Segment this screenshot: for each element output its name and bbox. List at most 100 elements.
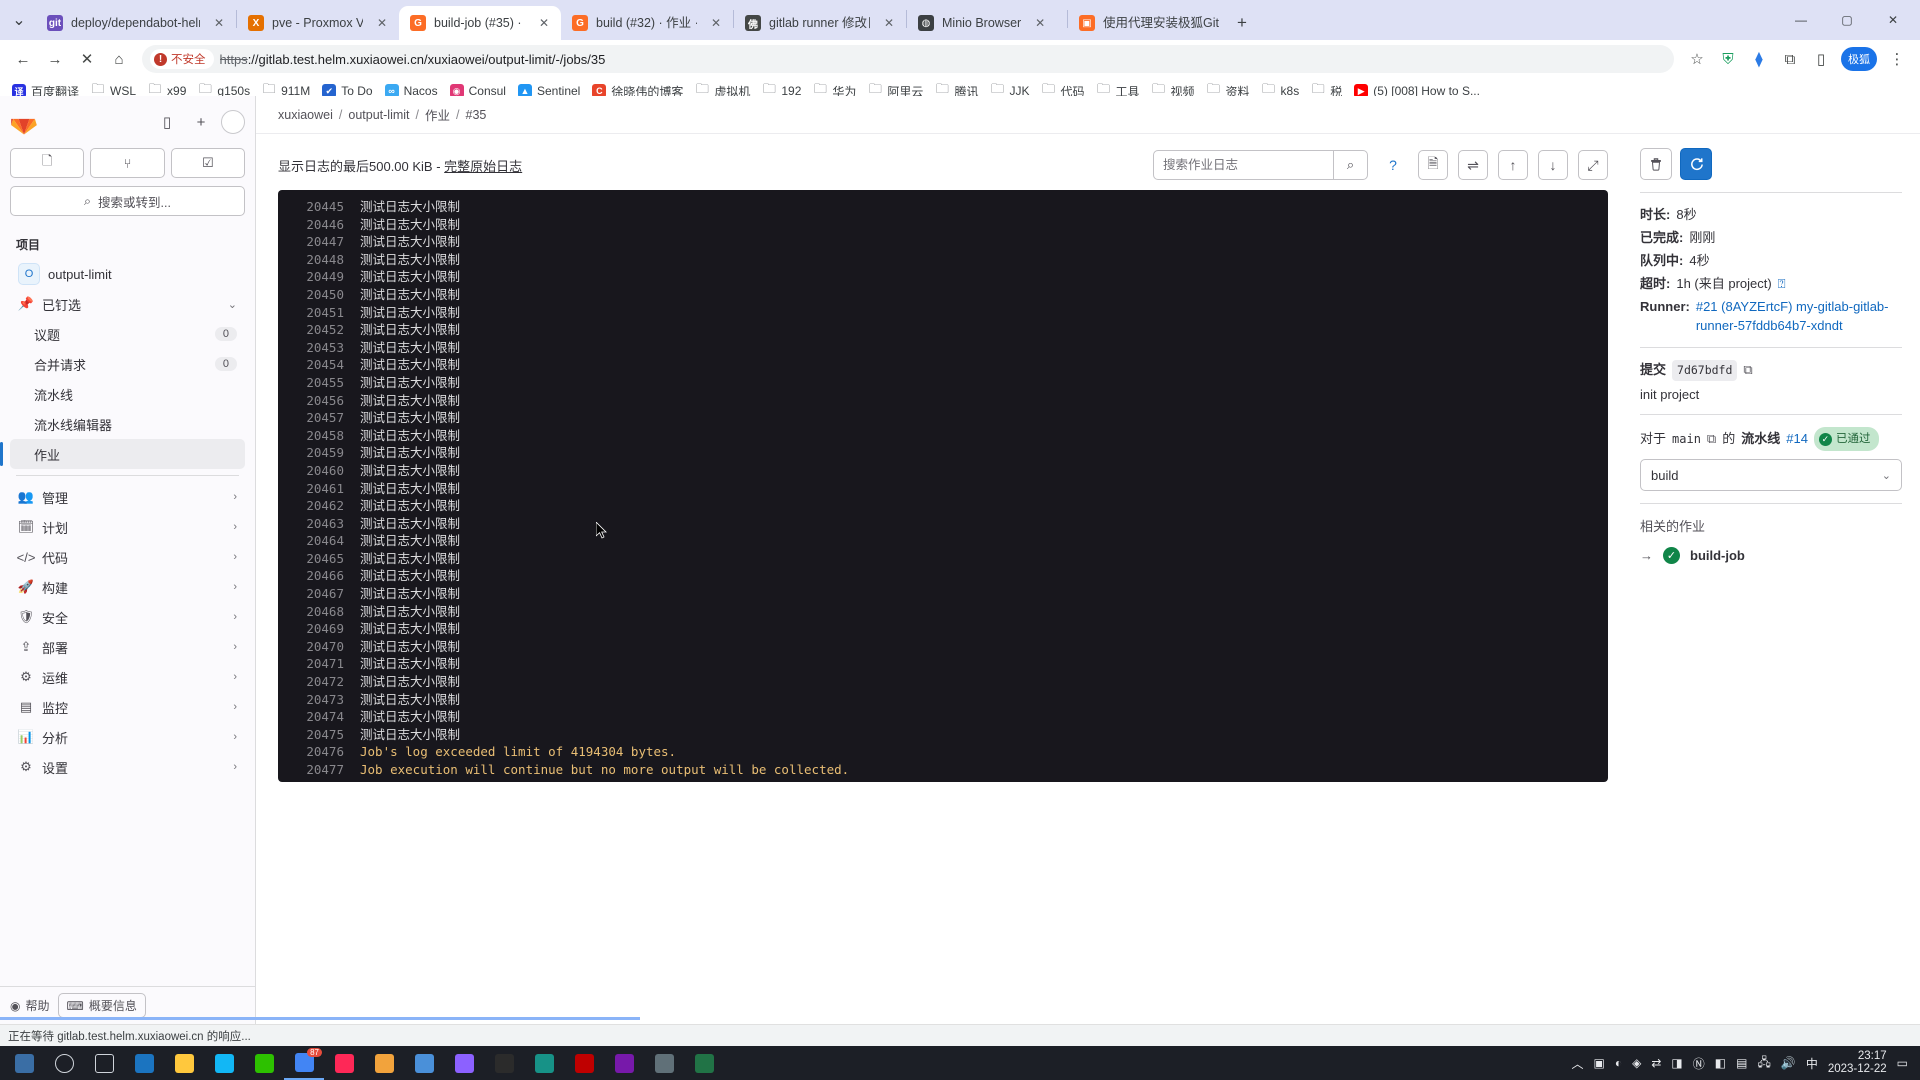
tray-app2-icon[interactable]: ◐ [1615,1056,1622,1070]
tab-close-icon[interactable]: ✕ [210,14,228,32]
tray-app6-icon[interactable]: Ⓝ [1693,1055,1705,1072]
timeout-help-icon[interactable]: ⍰ [1778,274,1786,293]
qq-button[interactable] [204,1046,244,1080]
forward-icon[interactable]: → [40,44,70,74]
maximize-button[interactable]: ▢ [1824,4,1870,36]
erase-job-button[interactable] [1640,148,1672,180]
browser-tab[interactable]: Gbuild-job (#35) · 作业 · xuxiao ✕ [399,6,561,40]
browser-tab[interactable]: ▣ 使用代理安装极狐GitLab Runn [1068,6,1228,40]
log-search-input[interactable] [1154,151,1333,179]
sidebar-item-设置[interactable]: ⚙ 设置 › [10,752,245,782]
terminal-button[interactable] [484,1046,524,1080]
stop-icon[interactable]: ✕ [72,44,102,74]
sidebar-item-代码[interactable]: </> 代码 › [10,542,245,572]
filezilla-button[interactable] [564,1046,604,1080]
wechat-button[interactable] [244,1046,284,1080]
extensions-puzzle-icon[interactable]: ⧉ [1775,44,1805,74]
sidebar-item-合并请求[interactable]: 合并请求 0 [10,349,245,379]
sidebar-item-部署[interactable]: ⇪ 部署 › [10,632,245,662]
sidebar-item-流水线[interactable]: 流水线 [10,379,245,409]
gitkraken-button[interactable] [524,1046,564,1080]
explorer-button[interactable] [164,1046,204,1080]
log-search-box[interactable]: ⌕ [1153,150,1368,180]
retry-job-button[interactable] [1680,148,1712,180]
tray-app4-icon[interactable]: ⇄ [1651,1056,1661,1070]
address-bar[interactable]: ! 不安全 https://gitlab.test.helm.xuxiaowei… [142,45,1674,73]
edge-button[interactable] [124,1046,164,1080]
sidebar-item-分析[interactable]: 📊 分析 › [10,722,245,752]
user-avatar[interactable] [221,110,245,134]
sidebar-item-计划[interactable]: 🗓 计划 › [10,512,245,542]
tray-app1-icon[interactable]: ▣ [1594,1056,1605,1070]
close-window-button[interactable]: ✕ [1870,4,1916,36]
shortcut-button[interactable]: ⌨ 概要信息 [57,993,146,1018]
tray-app7-icon[interactable]: ◧ [1715,1056,1726,1070]
collapse-sidebar-icon[interactable]: ▯ [153,108,181,136]
breadcrumb-item[interactable]: output-limit [348,108,409,122]
sidebar-item-流水线编辑器[interactable]: 流水线编辑器 [10,409,245,439]
tab-search-chevron-icon[interactable]: ⌄ [2,0,36,40]
runner-link[interactable]: #21 (8AYZErtcF) my-gitlab-gitlab-runner-… [1696,297,1902,335]
sidebar-toggle-icon[interactable]: ▯ [1806,44,1836,74]
wrap-lines-icon[interactable]: ⇌ [1458,150,1488,180]
notification-center-icon[interactable]: ▭ [1897,1056,1908,1070]
issues-shortcut-icon[interactable]: 🗋 [10,148,85,178]
photos-button[interactable] [364,1046,404,1080]
related-job-item[interactable]: → ✓ build-job [1640,547,1902,564]
onenote-button[interactable] [604,1046,644,1080]
fullscreen-icon[interactable]: ⤢ [1578,150,1608,180]
tray-app5-icon[interactable]: ◨ [1671,1056,1682,1070]
bookmark-star-icon[interactable]: ☆ [1682,44,1712,74]
search-button[interactable] [44,1046,84,1080]
sidebar-item-project[interactable]: O output-limit [10,259,245,289]
shield-extension-icon[interactable]: ⛨ [1713,44,1743,74]
log-search-submit-icon[interactable]: ⌕ [1333,151,1367,179]
browser-tab[interactable]: Xpve - Proxmox Virtual Enviro ✕ [237,6,399,40]
tray-app8-icon[interactable]: ▤ [1736,1056,1747,1070]
scroll-to-bottom-icon[interactable]: ↓ [1538,150,1568,180]
sidebar-item-作业[interactable]: 作业 [0,439,245,469]
taskbar-clock[interactable]: 23:17 2023-12-22 [1828,1050,1887,1076]
volume-icon[interactable]: 🔊 [1781,1056,1796,1070]
sidebar-item-安全[interactable]: 🛡 安全 › [10,602,245,632]
extension-blue-icon[interactable]: ⧫ [1744,44,1774,74]
gitlab-logo-icon[interactable] [10,108,38,136]
profile-avatar[interactable]: 极狐 [1841,47,1877,71]
create-new-icon[interactable]: + [187,108,215,136]
log-help-icon[interactable]: ? [1378,150,1408,180]
breadcrumb-item[interactable]: 作业 [425,105,450,124]
raw-log-icon[interactable]: 🗎 [1418,150,1448,180]
stage-select[interactable]: build ⌄ [1640,459,1902,491]
browser-tab[interactable]: 佛 gitlab runner 修改日志大小限 ✕ [734,6,906,40]
tray-app3-icon[interactable]: ◈ [1632,1056,1641,1070]
commit-sha[interactable]: 7d67bdfd [1672,360,1738,381]
help-button[interactable]: ◉ 帮助 [10,997,50,1014]
tab-close-icon[interactable]: ✕ [373,14,391,32]
tab-close-icon[interactable]: ✕ [1031,14,1049,32]
copy-sha-icon[interactable]: ⧉ [1743,360,1752,381]
chrome-menu-icon[interactable]: ⋮ [1882,44,1912,74]
sidebar-item-pinned[interactable]: 📌 已钉选 ⌄ [10,289,245,319]
minimize-button[interactable]: — [1778,4,1824,36]
vmware-button[interactable] [644,1046,684,1080]
copy-branch-icon[interactable]: ⧉ [1707,428,1716,450]
network-icon[interactable]: 🖧 [1757,1053,1770,1074]
start-button[interactable] [4,1046,44,1080]
pipeline-branch[interactable]: main [1672,428,1701,450]
excel-button[interactable] [684,1046,724,1080]
scroll-to-top-icon[interactable]: ↑ [1498,150,1528,180]
todos-shortcut-icon[interactable]: ☑ [170,148,245,178]
tab-close-icon[interactable]: ✕ [707,14,725,32]
idea-button[interactable] [324,1046,364,1080]
sidebar-item-管理[interactable]: 👥 管理 › [10,482,245,512]
task-view-button[interactable] [84,1046,124,1080]
sidebar-item-构建[interactable]: 🚀 构建 › [10,572,245,602]
tray-expand-icon[interactable]: ︿ [1572,1055,1584,1072]
new-tab-button[interactable]: + [1228,9,1256,37]
job-log[interactable]: 20445 测试日志大小限制 20446 测试日志大小限制 20447 测试日志大小限制 2… [278,190,1608,782]
sidebar-item-议题[interactable]: 议题 0 [10,319,245,349]
full-raw-log-link[interactable]: 完整原始日志 [444,159,522,174]
ime-icon[interactable]: 中 [1806,1055,1818,1072]
not-secure-badge[interactable]: ! 不安全 [150,49,214,69]
settings-button[interactable] [404,1046,444,1080]
